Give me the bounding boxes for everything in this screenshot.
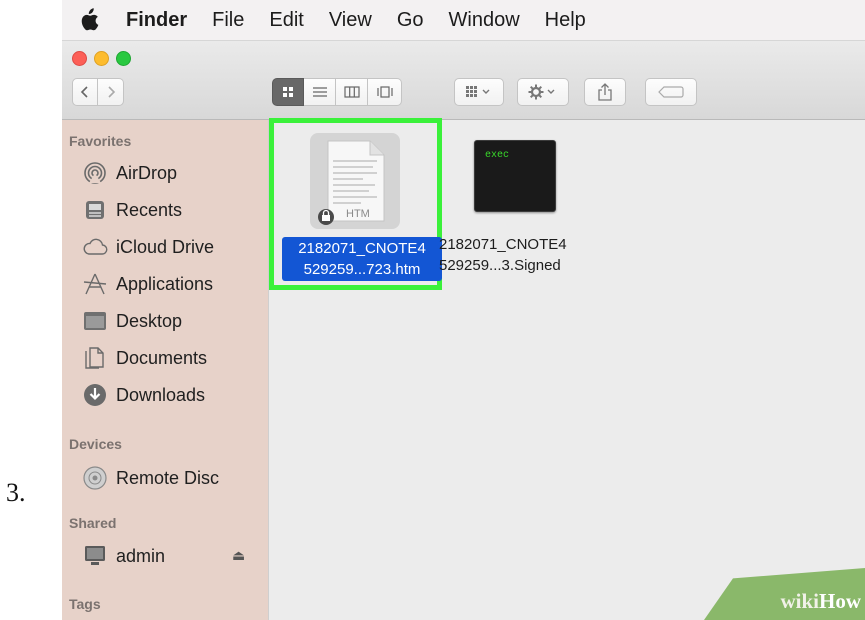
window-toolbar xyxy=(62,41,865,120)
close-window-button[interactable] xyxy=(72,51,87,66)
list-icon xyxy=(312,87,327,97)
sidebar-item-recents[interactable]: Recents xyxy=(82,194,182,226)
step-number: 3. xyxy=(6,478,26,507)
gallery-view-button[interactable] xyxy=(368,78,402,106)
minimize-window-button[interactable] xyxy=(94,51,109,66)
applications-icon xyxy=(82,271,108,297)
share-icon xyxy=(598,83,612,101)
menu-window[interactable]: Window xyxy=(449,9,520,32)
action-menu-button[interactable] xyxy=(517,78,569,106)
favorites-heading: Favorites xyxy=(69,133,132,149)
watermark-wiki: wiki xyxy=(780,589,819,613)
htm-file-icon[interactable]: HTM xyxy=(308,131,402,231)
file-name-line2: 529259...723.htm xyxy=(303,261,421,278)
gear-dropdown-icon xyxy=(528,84,555,100)
shared-heading: Shared xyxy=(69,515,117,531)
columns-icon xyxy=(343,86,360,98)
sidebar-item-label: Recents xyxy=(116,199,183,220)
group-by-button[interactable] xyxy=(454,78,504,106)
sidebar-item-label: iCloud Drive xyxy=(116,236,215,257)
menu-view[interactable]: View xyxy=(329,9,372,32)
sidebar-item-downloads[interactable]: Downloads xyxy=(82,379,205,411)
menu-bar: Finder File Edit View Go Window Help xyxy=(62,0,865,41)
apple-menu-icon[interactable] xyxy=(76,6,102,34)
chevron-right-icon xyxy=(107,86,115,98)
menu-file[interactable]: File xyxy=(212,9,244,32)
sidebar-item-documents[interactable]: Documents xyxy=(82,342,207,374)
edit-tags-button[interactable] xyxy=(645,78,697,106)
file-browser: HTM 2182071_CNOTE4 529259...723.htm exec… xyxy=(268,118,865,620)
tags-heading: Tags xyxy=(69,596,101,612)
view-mode-control xyxy=(272,78,402,106)
sidebar-item-applications[interactable]: Applications xyxy=(82,268,213,300)
exec-file-icon[interactable]: exec xyxy=(474,140,556,212)
eject-icon[interactable]: ⏏ xyxy=(232,547,245,564)
column-view-button[interactable] xyxy=(336,78,368,106)
back-button[interactable] xyxy=(72,78,98,106)
devices-heading: Devices xyxy=(69,436,122,452)
documents-icon xyxy=(82,345,108,371)
desktop-icon xyxy=(82,308,108,334)
sidebar-item-desktop[interactable]: Desktop xyxy=(82,305,182,337)
airdrop-icon xyxy=(82,160,108,186)
group-grid-dropdown-icon xyxy=(466,86,490,97)
menu-finder[interactable]: Finder xyxy=(126,9,187,32)
sidebar-item-label: Documents xyxy=(116,347,208,368)
back-forward-control xyxy=(72,78,124,106)
sidebar-item-label: admin xyxy=(116,545,166,566)
forward-button[interactable] xyxy=(98,78,124,106)
sidebar-item-admin[interactable]: admin xyxy=(82,540,165,572)
sidebar-item-label: Remote Disc xyxy=(116,467,220,488)
cloud-icon xyxy=(82,234,108,260)
htm-badge: HTM xyxy=(346,208,370,220)
watermark-how: How xyxy=(819,589,861,613)
sidebar-item-remote-disc[interactable]: Remote Disc xyxy=(82,462,219,494)
disc-icon xyxy=(82,465,108,491)
recents-icon xyxy=(82,197,108,223)
gallery-icon xyxy=(376,86,393,98)
tag-icon xyxy=(658,86,684,98)
file-name-line1: 2182071_CNOTE4 xyxy=(298,240,426,257)
sidebar-item-airdrop[interactable]: AirDrop xyxy=(82,157,177,189)
sidebar-item-label: Applications xyxy=(116,273,214,294)
computer-icon xyxy=(82,543,108,569)
file-name-line1: 2182071_CNOTE4 xyxy=(439,236,567,253)
chevron-left-icon xyxy=(80,86,88,98)
exec-badge: exec xyxy=(485,150,510,161)
selected-file-name[interactable]: 2182071_CNOTE4 529259...723.htm xyxy=(282,237,442,281)
menu-help[interactable]: Help xyxy=(545,9,586,32)
menu-go[interactable]: Go xyxy=(397,9,424,32)
sidebar-item-icloud-drive[interactable]: iCloud Drive xyxy=(82,231,214,263)
menu-edit[interactable]: Edit xyxy=(269,9,303,32)
finder-screenshot: Finder File Edit View Go Window Help Fav… xyxy=(62,0,865,620)
sidebar-item-label: Desktop xyxy=(116,310,183,331)
downloads-icon xyxy=(82,382,108,408)
zoom-window-button[interactable] xyxy=(116,51,131,66)
file-name[interactable]: 2182071_CNOTE4 529259...3.Signed xyxy=(439,234,589,276)
share-button[interactable] xyxy=(584,78,626,106)
file-name-line2: 529259...3.Signed xyxy=(439,257,561,274)
icon-grid-icon xyxy=(283,87,293,97)
icon-view-button[interactable] xyxy=(272,78,304,106)
sidebar-item-label: AirDrop xyxy=(116,162,178,183)
list-view-button[interactable] xyxy=(304,78,336,106)
finder-sidebar: Favorites AirDrop Recents iCloud Drive A… xyxy=(62,120,268,620)
highlight-box: HTM 2182071_CNOTE4 529259...723.htm xyxy=(269,118,442,290)
sidebar-item-label: Downloads xyxy=(116,384,206,405)
